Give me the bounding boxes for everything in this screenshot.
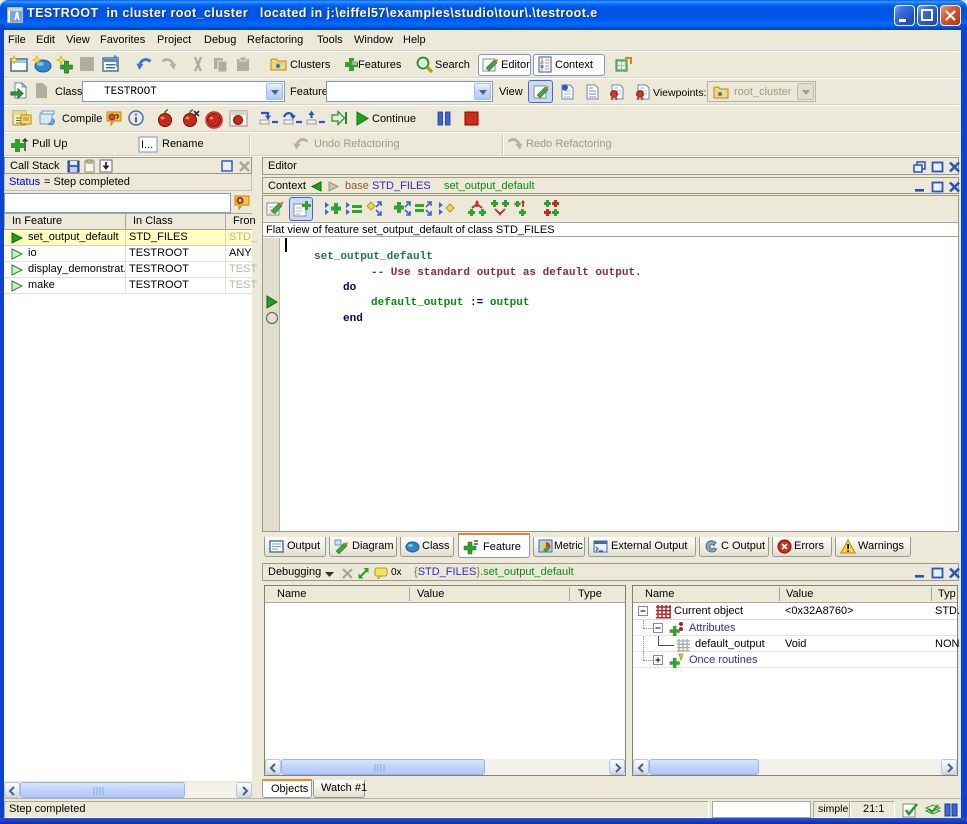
svg-text:I...: I... xyxy=(141,139,153,151)
